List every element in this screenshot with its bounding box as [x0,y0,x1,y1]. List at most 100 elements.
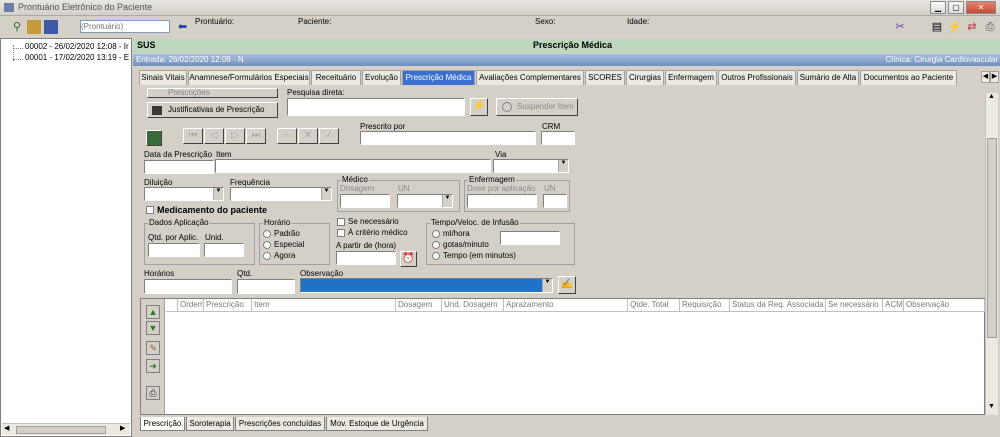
enf-un-input[interactable] [543,194,567,208]
sign-icon[interactable]: ✍ [558,276,576,294]
scroll-down-icon[interactable]: ▼ [988,403,995,410]
tab-enfermagem[interactable]: Enfermagem [665,70,717,85]
print-icon[interactable]: ⎙ [146,386,160,400]
tabs-scroll-left[interactable]: ◀ [981,71,990,83]
tab-soroterapia[interactable]: Soroterapia [186,417,234,431]
print-icon[interactable]: ⎙ [983,20,997,34]
nav-confirm-button[interactable]: ✓ [319,128,339,144]
document-icon[interactable]: ▤ [930,20,944,34]
col-select[interactable] [166,299,178,312]
tree-item[interactable]: 00001 - 17/02/2020 13:19 - E [25,53,129,62]
nav-prev-button[interactable]: ◁ [204,128,224,144]
col-requisicao[interactable]: Requisição [680,299,730,312]
crm-input[interactable] [541,131,575,145]
nav-last-button[interactable]: ⏭ [246,128,266,144]
patients-icon[interactable] [44,20,58,34]
arrow-left-icon[interactable]: ⬅ [178,20,187,33]
col-ordem[interactable]: Ordem [178,299,204,312]
especial-radio[interactable] [263,241,271,249]
scroll-up-icon[interactable]: ▲ [988,93,995,100]
nav-next-button[interactable]: ▷ [225,128,245,144]
col-prescricao[interactable]: Prescrição [204,299,252,312]
col-und-dosagem[interactable]: Und. Dosagem [442,299,504,312]
vertical-scrollbar[interactable]: ▲ ▼ [985,93,998,415]
observacao-select[interactable]: ▼ [300,278,553,293]
infusao-value-input[interactable] [500,231,560,245]
maximize-button[interactable]: ▢ [948,1,964,14]
prescricoes-button[interactable]: Prescrições [147,88,278,98]
col-status-req[interactable]: Status da Req. Associada [730,299,826,312]
col-observacao[interactable]: Observação [904,299,985,312]
lightning-search-button[interactable]: ⚡ [470,98,488,116]
arrow-icon[interactable]: ➜ [146,359,160,373]
tab-outros-profissionais[interactable]: Outros Profissionais [718,70,796,85]
tab-sumario-alta[interactable]: Sumário de Alta [797,70,859,85]
records-icon[interactable] [27,20,41,34]
add-icon[interactable]: ▲ [146,305,160,319]
scroll-left-icon[interactable]: ◀ [4,424,9,432]
monitor-icon[interactable] [146,130,162,146]
tools-icon[interactable]: ✂ [893,20,907,34]
search-person-icon[interactable]: ⚲ [10,20,24,34]
prescrito-por-input[interactable] [360,131,536,145]
tab-documentos[interactable]: Documentos ao Paciente [860,70,957,85]
col-acm[interactable]: ACM [883,299,904,312]
tab-anamnese[interactable]: Anamnese/Formulários Especiais [188,70,310,85]
justificativas-button[interactable]: Justificativas de Prescrição [147,102,278,118]
tab-scores[interactable]: SCORES [585,70,625,85]
lightning-icon[interactable]: ⚡ [948,20,962,34]
move-down-icon[interactable]: ▼ [146,321,160,335]
tempo-minutos-radio[interactable] [432,252,440,260]
tab-prescricao-medica[interactable]: Prescrição Médica [402,70,475,85]
ml-hora-radio[interactable] [432,230,440,238]
col-qtde-total[interactable]: Qtde. Total [628,299,680,312]
suspender-button[interactable]: Suspender Item [496,98,578,116]
tab-cirurgias[interactable]: Cirurgias [626,70,664,85]
scroll-thumb[interactable] [16,426,106,434]
diluicao-select[interactable]: ▼ [144,187,224,201]
tab-mov-estoque[interactable]: Mov. Estoque de Urgência [326,417,428,431]
tab-prescricao[interactable]: Prescrição [140,417,185,431]
padrao-radio[interactable] [263,230,271,238]
nav-first-button[interactable]: ⏮ [183,128,203,144]
tabs-scroll-right[interactable]: ▶ [990,71,999,83]
horarios-input[interactable] [144,279,232,294]
medicamento-paciente-checkbox[interactable] [146,206,154,214]
scroll-right-icon[interactable]: ▶ [120,424,125,432]
nav-edit-button[interactable]: − [277,128,297,144]
unid-input[interactable] [204,243,244,257]
nav-cancel-button[interactable]: ✕ [298,128,318,144]
se-necessario-checkbox[interactable] [337,218,345,226]
dosagem-input[interactable] [340,194,390,208]
gotas-minuto-radio[interactable] [432,241,440,249]
tab-avaliacoes[interactable]: Avaliações Complementares [476,70,584,85]
tab-receituario[interactable]: Receituário [311,70,361,85]
dose-aplicacao-input[interactable] [467,194,537,208]
qtd-aplic-input[interactable] [148,243,200,257]
col-se-necessario[interactable]: Se necessário [826,299,883,312]
pesquisa-input[interactable] [287,98,465,116]
a-criterio-checkbox[interactable] [337,229,345,237]
close-button[interactable]: ✕ [966,1,996,14]
tab-prescricoes-concluidas[interactable]: Prescrições concluídas [235,417,325,431]
col-aprazamento[interactable]: Aprazamento [504,299,628,312]
col-item[interactable]: Item [252,299,396,312]
col-dosagem[interactable]: Dosagem [396,299,442,312]
qtd-input[interactable] [237,279,295,294]
horizontal-scrollbar[interactable]: ◀ ▶ [2,423,130,435]
via-select[interactable]: ▼ [493,159,569,173]
alarm-clock-icon[interactable]: ⏰ [400,251,417,267]
frequencia-select[interactable]: ▼ [230,187,332,201]
tab-sinais-vitais[interactable]: Sinais Vitais [139,70,187,85]
scroll-thumb[interactable] [987,138,997,338]
agora-radio[interactable] [263,252,271,260]
edit-icon[interactable]: ✎ [146,341,160,355]
transfer-icon[interactable]: ⇄ [965,20,979,34]
tree-item[interactable]: 00002 - 26/02/2020 12:08 - Ir [25,42,129,51]
prontuario-input[interactable] [80,20,170,33]
data-prescricao-input[interactable] [144,160,214,174]
a-partir-input[interactable] [336,251,396,265]
tab-evolucao[interactable]: Evolução [362,70,401,85]
un-select[interactable]: ▼ [397,194,453,208]
item-input[interactable] [215,159,491,173]
